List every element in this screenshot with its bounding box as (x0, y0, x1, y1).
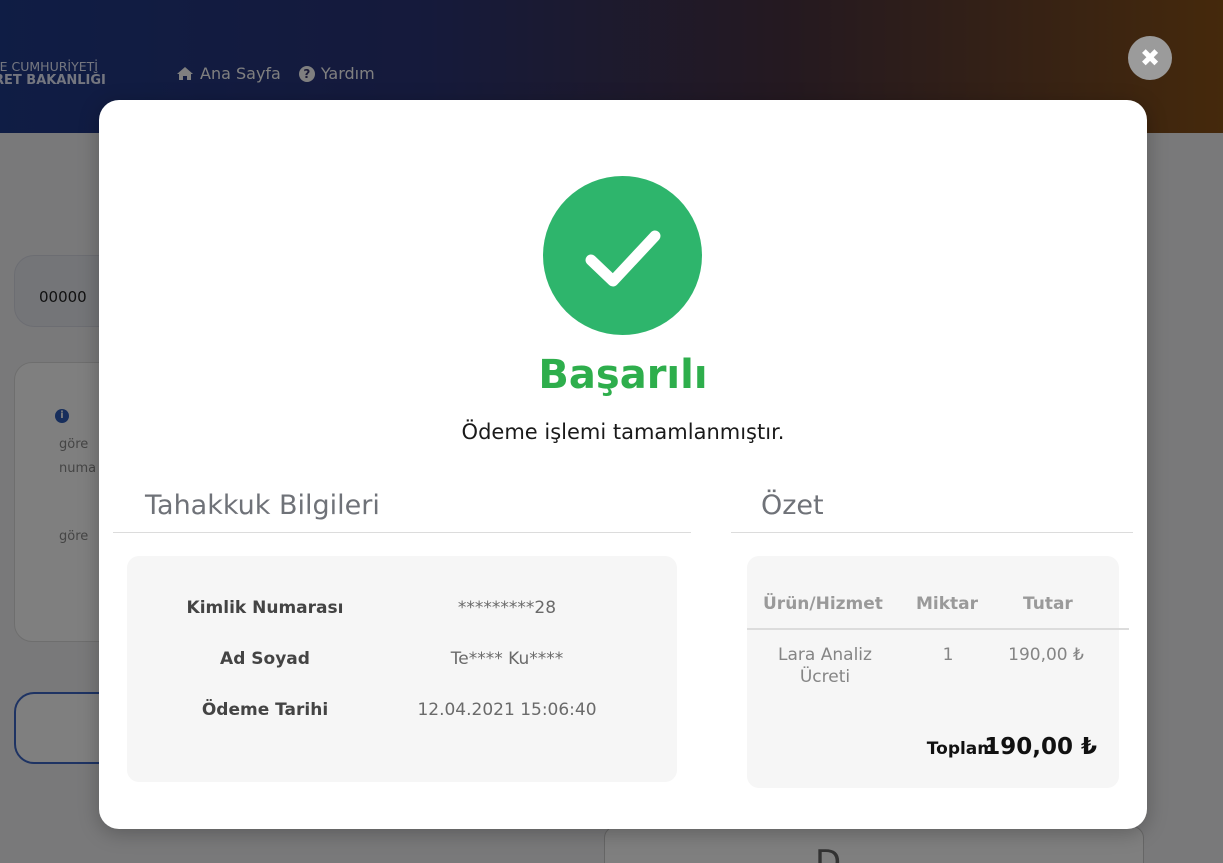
status-message: Ödeme işlemi tamamlanmıştır. (461, 420, 785, 444)
item-quantity: 1 (942, 645, 954, 665)
name-label: Ad Soyad (220, 649, 310, 669)
col-header-amount: Tutar (1023, 594, 1073, 614)
info-row-payment-date: Ödeme Tarihi 12.04.2021 15:06:40 (127, 700, 677, 730)
identity-label: Kimlik Numarası (186, 598, 344, 618)
payment-success-modal: Başarılı Ödeme işlemi tamamlanmıştır. Ta… (99, 100, 1147, 829)
identity-value: *********28 (457, 598, 557, 618)
col-header-quantity: Miktar (916, 594, 979, 614)
payment-date-value: 12.04.2021 15:06:40 (417, 700, 597, 720)
total-value: 190,00 ₺ (984, 734, 1097, 760)
success-check-icon (543, 176, 702, 335)
close-modal-button[interactable]: ✖ (1128, 36, 1172, 80)
accrual-info-card: Kimlik Numarası *********28 Ad Soyad Te*… (127, 556, 677, 782)
accrual-divider (113, 532, 691, 533)
accrual-heading: Tahakkuk Bilgileri (145, 490, 380, 521)
info-row-name: Ad Soyad Te**** Ku**** (127, 649, 677, 679)
summary-table-divider (747, 628, 1129, 630)
payment-date-label: Ödeme Tarihi (201, 700, 329, 720)
item-name: Lara Analiz Ücreti (761, 644, 889, 688)
item-amount: 190,00 ₺ (1008, 645, 1084, 665)
summary-card: Ürün/Hizmet Miktar Tutar Lara Analiz Ücr… (747, 556, 1129, 788)
col-header-product: Ürün/Hizmet (763, 594, 883, 614)
summary-divider (731, 532, 1133, 533)
close-icon: ✖ (1139, 44, 1161, 72)
info-row-identity: Kimlik Numarası *********28 (127, 598, 677, 628)
item-name-line-2: Ücreti (799, 667, 851, 687)
name-value: Te**** Ku**** (450, 649, 564, 669)
status-title: Başarılı (538, 352, 708, 398)
summary-heading: Özet (761, 490, 824, 521)
item-name-line-1: Lara Analiz (778, 645, 872, 665)
checkmark-icon (585, 230, 661, 287)
